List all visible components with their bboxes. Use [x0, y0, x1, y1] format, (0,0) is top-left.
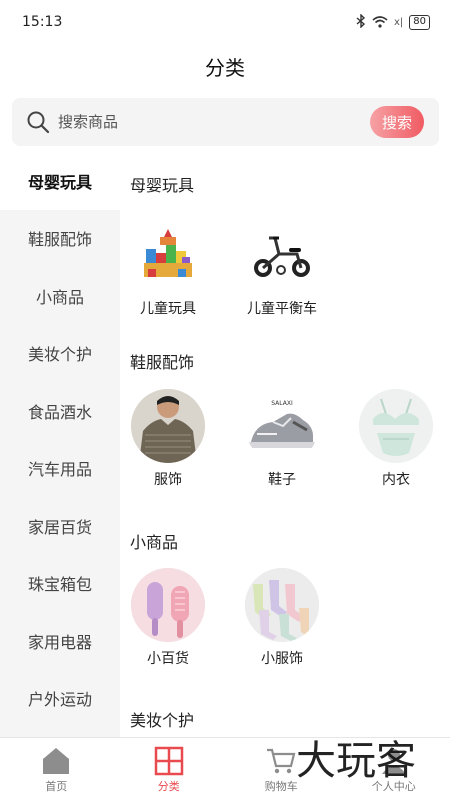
- sneaker-image: SALAXI: [245, 389, 319, 463]
- tab-home[interactable]: 首页: [0, 738, 113, 800]
- product-name: 服饰: [154, 472, 182, 488]
- status-time: 15:13: [22, 14, 63, 30]
- product-name: 儿童玩具: [140, 301, 196, 317]
- sidebar-item-outdoor-sports[interactable]: 户外运动: [0, 670, 120, 728]
- product-balance-bike[interactable]: 儿童平衡车: [234, 218, 330, 318]
- tab-label: 购物车: [264, 780, 298, 793]
- watermark-logo: 大玩客: [296, 738, 416, 784]
- product-name: 儿童平衡车: [247, 301, 317, 317]
- sidebar-item-small-goods[interactable]: 小商品: [0, 267, 120, 325]
- sidebar-item-mother-baby-toys[interactable]: 母婴玩具: [0, 152, 120, 210]
- sidebar-item-home-appliances[interactable]: 家用电器: [0, 612, 120, 670]
- hair-comb-image: [131, 568, 205, 642]
- battery-indicator: 80: [409, 15, 430, 30]
- product-shoes[interactable]: SALAXI 鞋子: [234, 389, 330, 489]
- section-title: 美妆个护: [130, 711, 195, 730]
- status-bar: 15:13 x| 80: [0, 0, 450, 48]
- search-button[interactable]: 搜索: [370, 106, 424, 138]
- man-tshirt-image: [131, 389, 205, 463]
- product-kids-toys[interactable]: 儿童玩具: [120, 218, 216, 318]
- tab-category[interactable]: 分类: [113, 738, 226, 800]
- section-title: 母婴玩具: [130, 176, 195, 195]
- sidebar-item-jewelry-bags[interactable]: 珠宝箱包: [0, 555, 120, 613]
- category-sidebar: 母婴玩具 鞋服配饰 小商品 美妆个护 食品酒水 汽车用品 家居百货 珠宝箱包 家…: [0, 152, 120, 737]
- product-small-apparel[interactable]: 小服饰: [234, 568, 330, 668]
- toy-blocks-image: [131, 218, 205, 292]
- tab-label: 分类: [157, 780, 180, 793]
- sidebar-item-home-goods[interactable]: 家居百货: [0, 497, 120, 555]
- product-name: 鞋子: [268, 472, 296, 488]
- sidebar-item-food-drinks[interactable]: 食品酒水: [0, 382, 120, 440]
- search-input[interactable]: [58, 110, 358, 134]
- product-name: 小服饰: [261, 651, 303, 667]
- shoe-brand-text: SALAXI: [271, 400, 293, 407]
- balance-bike-image: [245, 218, 319, 292]
- category-icon: [153, 744, 185, 776]
- product-apparel[interactable]: 服饰: [120, 389, 216, 489]
- bluetooth-icon: [356, 13, 366, 31]
- signal-icon: x|: [393, 17, 404, 28]
- lingerie-image: [359, 389, 433, 463]
- product-name: 内衣: [382, 472, 410, 488]
- cart-icon: [265, 744, 297, 776]
- tab-label: 首页: [45, 780, 68, 793]
- sidebar-item-beauty-care[interactable]: 美妆个护: [0, 325, 120, 383]
- wifi-icon: [372, 15, 388, 31]
- sidebar-item-shoes-clothing[interactable]: 鞋服配饰: [0, 210, 120, 268]
- product-small-goods[interactable]: 小百货: [120, 568, 216, 668]
- search-icon: [26, 110, 50, 134]
- product-name: 小百货: [147, 651, 189, 667]
- search-bar: 搜索: [12, 98, 439, 146]
- socks-image: [245, 568, 319, 642]
- category-content: 母婴玩具 儿童玩具 儿童平衡车 鞋服配饰 服饰 SALAXI 鞋子 内衣 小商品…: [120, 152, 450, 737]
- page-title: 分类: [205, 56, 245, 80]
- section-title: 鞋服配饰: [130, 353, 195, 372]
- home-icon: [40, 744, 72, 776]
- product-underwear[interactable]: 内衣: [348, 389, 444, 489]
- status-icons: x| 80: [356, 13, 430, 31]
- sidebar-item-car-supplies[interactable]: 汽车用品: [0, 440, 120, 498]
- section-title: 小商品: [130, 533, 179, 552]
